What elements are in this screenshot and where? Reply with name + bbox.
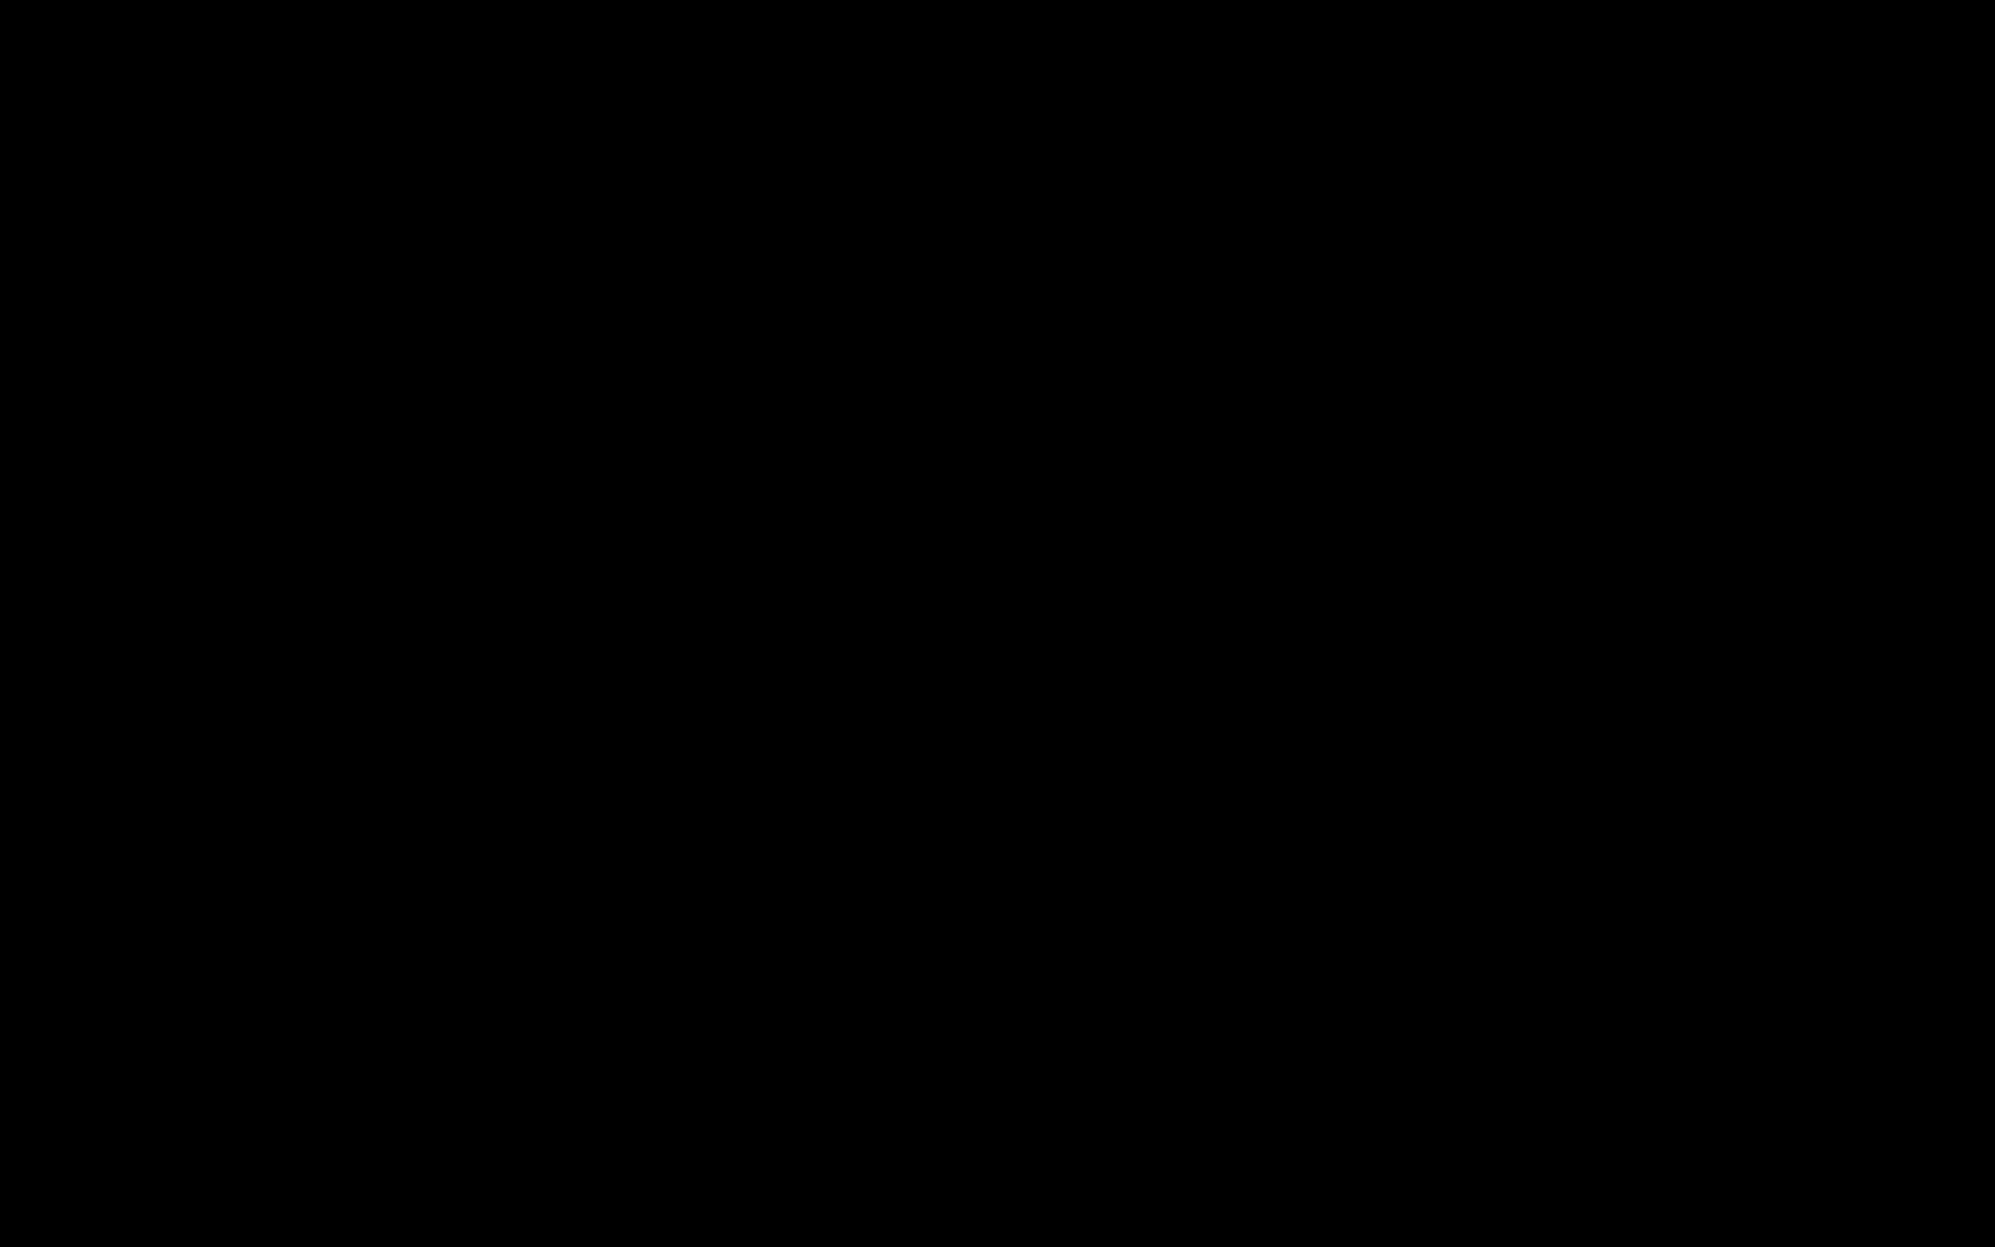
radar-map-scene [0,0,1995,1247]
radar-composite-screenshot [0,0,1995,1247]
